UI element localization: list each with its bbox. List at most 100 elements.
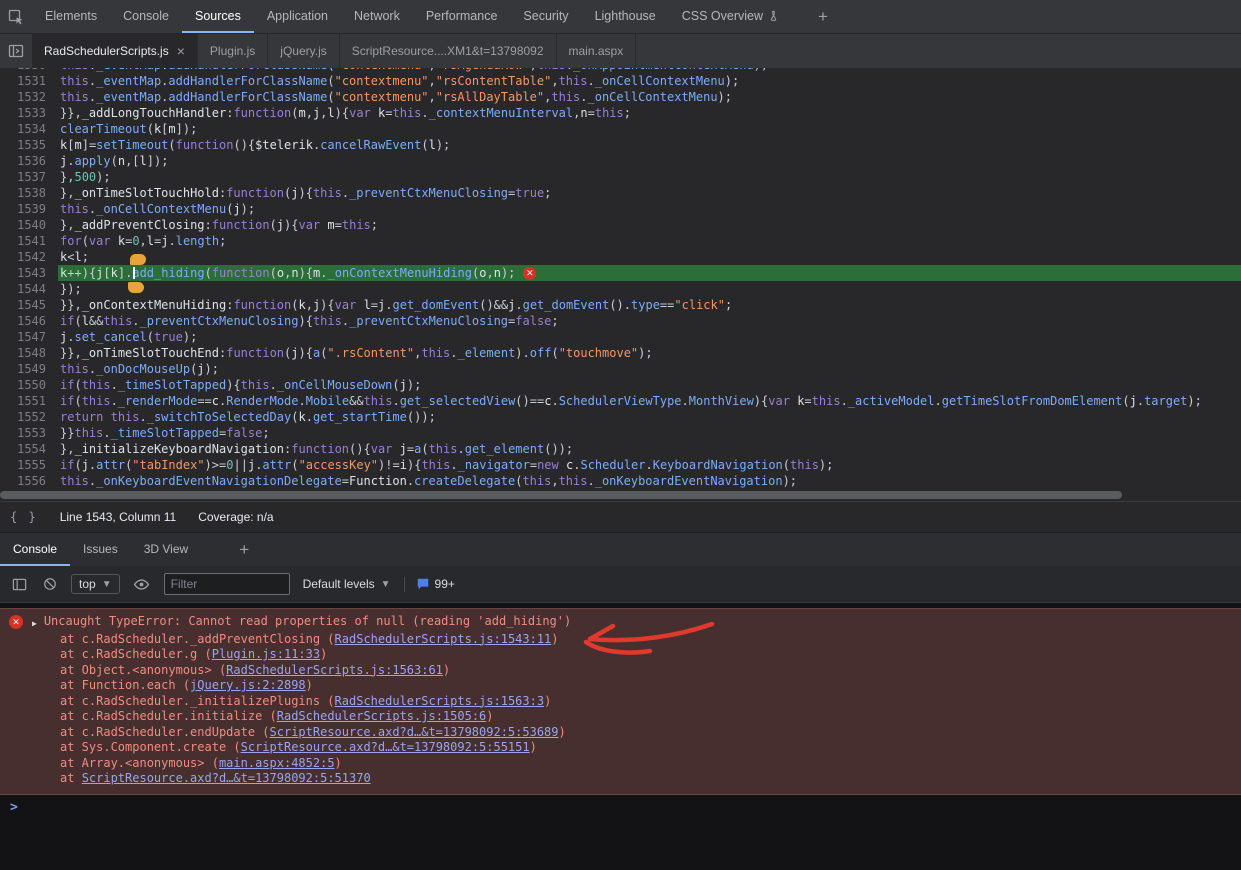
stack-link[interactable]: ScriptResource.axd?d…&t=13798092:5:51370 [82,771,371,785]
horizontal-scrollbar[interactable] [0,489,1241,501]
stack-link[interactable]: main.aspx:4852:5 [219,756,335,770]
line-code[interactable]: },_addPreventClosing:function(j){var m=t… [58,217,1241,233]
stack-link[interactable]: RadSchedulerScripts.js:1563:61 [226,663,443,677]
line-code[interactable]: clearTimeout(k[m]); [58,121,1241,137]
line-number[interactable]: 1533 [0,105,58,121]
line-code[interactable]: if(j.attr("tabIndex")>=0||j.attr("access… [58,457,1241,473]
line-number[interactable]: 1532 [0,89,58,105]
line-number[interactable]: 1552 [0,409,58,425]
line-code[interactable]: this._onKeyboardEventNavigationDelegate=… [58,473,1241,489]
drawer-tab-console[interactable]: Console [0,533,70,566]
stack-link[interactable]: ScriptResource.axd?d…&t=13798092:5:55151 [241,740,530,754]
tab-sources[interactable]: Sources [182,0,254,33]
line-number[interactable]: 1542 [0,249,58,265]
expand-triangle-icon[interactable]: ▶ [32,616,37,632]
navigator-toggle-icon[interactable] [0,34,32,68]
line-number[interactable]: 1545 [0,297,58,313]
tab-security[interactable]: Security [510,0,581,33]
stack-link[interactable]: ScriptResource.axd?d…&t=13798092:5:53689 [270,725,559,739]
drawer-tab-3d-view[interactable]: 3D View [131,533,201,566]
line-number[interactable]: 1549 [0,361,58,377]
line-code[interactable]: }},_onContextMenuHiding:function(k,j){va… [58,297,1241,313]
line-number[interactable]: 1539 [0,201,58,217]
log-levels-selector[interactable]: Default levels ▼ [301,575,393,593]
file-tab-radschedulerscripts-js[interactable]: RadSchedulerScripts.js× [32,34,198,68]
line-code[interactable]: },500); [58,169,1241,185]
selection-handle-bottom[interactable] [128,282,144,293]
line-number[interactable]: 1544 [0,281,58,297]
line-number[interactable]: 1531 [0,73,58,89]
drawer-tab-issues[interactable]: Issues [70,533,131,566]
line-code[interactable]: this._onCellContextMenu(j); [58,201,1241,217]
line-number[interactable]: 1543 [0,265,58,281]
line-code[interactable]: if(l&&this._preventCtxMenuClosing){this.… [58,313,1241,329]
line-number[interactable]: 1537 [0,169,58,185]
line-number[interactable]: 1548 [0,345,58,361]
line-number[interactable]: 1556 [0,473,58,489]
filter-input[interactable] [164,573,290,595]
line-code[interactable]: k[m]=setTimeout(function(){$telerik.canc… [58,137,1241,153]
line-code[interactable]: this._onDocMouseUp(j); [58,361,1241,377]
line-number[interactable]: 1550 [0,377,58,393]
line-code[interactable]: }}this._timeSlotTapped=false; [58,425,1241,441]
pretty-print-button[interactable]: { } [10,510,38,524]
scrollbar-thumb[interactable] [0,491,1122,499]
line-code[interactable]: },_initializeKeyboardNavigation:function… [58,441,1241,457]
tab-application[interactable]: Application [254,0,341,33]
tab-elements[interactable]: Elements [32,0,110,33]
line-code[interactable]: if(this._renderMode==c.RenderMode.Mobile… [58,393,1241,409]
stack-link[interactable]: RadSchedulerScripts.js:1563:3 [335,694,545,708]
file-tab-plugin-js[interactable]: Plugin.js [198,34,268,68]
tab-css-overview[interactable]: CSS Overview [669,0,792,33]
stack-link[interactable]: RadSchedulerScripts.js:1543:11 [335,632,552,646]
console-sidebar-icon[interactable] [9,577,29,592]
line-number[interactable]: 1536 [0,153,58,169]
line-number[interactable]: 1547 [0,329,58,345]
line-number[interactable]: 1546 [0,313,58,329]
error-marker-icon[interactable]: ✕ [523,267,536,280]
live-expression-icon[interactable] [131,576,153,593]
selection-handle-top[interactable] [130,254,146,265]
line-number[interactable]: 1534 [0,121,58,137]
context-selector[interactable]: top ▼ [71,574,120,594]
line-number[interactable]: 1540 [0,217,58,233]
line-code[interactable]: k<l; [58,249,1241,265]
line-number[interactable]: 1555 [0,457,58,473]
close-icon[interactable]: × [177,44,185,58]
line-code[interactable]: for(var k=0,l=j.length; [58,233,1241,249]
line-number[interactable]: 1553 [0,425,58,441]
tab-performance[interactable]: Performance [413,0,511,33]
file-tab-jquery-js[interactable]: jQuery.js [268,34,339,68]
line-code[interactable]: }},_onTimeSlotTouchEnd:function(j){a(".r… [58,345,1241,361]
tab-label: Lighthouse [595,9,656,23]
line-code[interactable]: this._eventMap.addHandlerForClassName("c… [58,73,1241,89]
line-code[interactable]: },_onTimeSlotTouchHold:function(j){this.… [58,185,1241,201]
file-tab-main-aspx[interactable]: main.aspx [557,34,637,68]
issues-badge[interactable]: 99+ [416,577,455,591]
line-number[interactable]: 1535 [0,137,58,153]
line-number[interactable]: 1551 [0,393,58,409]
tab-network[interactable]: Network [341,0,413,33]
file-tab-scriptresource-xm1-t-13798092[interactable]: ScriptResource....XM1&t=13798092 [340,34,557,68]
line-code[interactable]: }); [58,281,1241,297]
tab-lighthouse[interactable]: Lighthouse [582,0,669,33]
inspect-icon[interactable] [0,0,32,33]
line-number[interactable]: 1554 [0,441,58,457]
line-number[interactable]: 1538 [0,185,58,201]
line-code[interactable]: this._eventMap.addHandlerForClassName("c… [58,89,1241,105]
stack-link[interactable]: jQuery.js:2:2898 [190,678,306,692]
add-drawer-tab-button[interactable]: + [227,533,261,566]
line-code[interactable]: }},_addLongTouchHandler:function(m,j,l){… [58,105,1241,121]
line-code[interactable]: if(this._timeSlotTapped){this._onCellMou… [58,377,1241,393]
console-prompt[interactable]: > [0,795,1241,821]
line-code[interactable]: return this._switchToSelectedDay(k.get_s… [58,409,1241,425]
more-panels-button[interactable]: + [806,0,840,33]
line-code[interactable]: k++){j[k].add_hiding(function(o,n){m._on… [58,265,1241,281]
line-number[interactable]: 1541 [0,233,58,249]
stack-link[interactable]: RadSchedulerScripts.js:1505:6 [277,709,487,723]
stack-link[interactable]: Plugin.js:11:33 [212,647,320,661]
clear-console-button[interactable] [40,577,60,591]
line-code[interactable]: j.apply(n,[l]); [58,153,1241,169]
tab-console[interactable]: Console [110,0,182,33]
line-code[interactable]: j.set_cancel(true); [58,329,1241,345]
